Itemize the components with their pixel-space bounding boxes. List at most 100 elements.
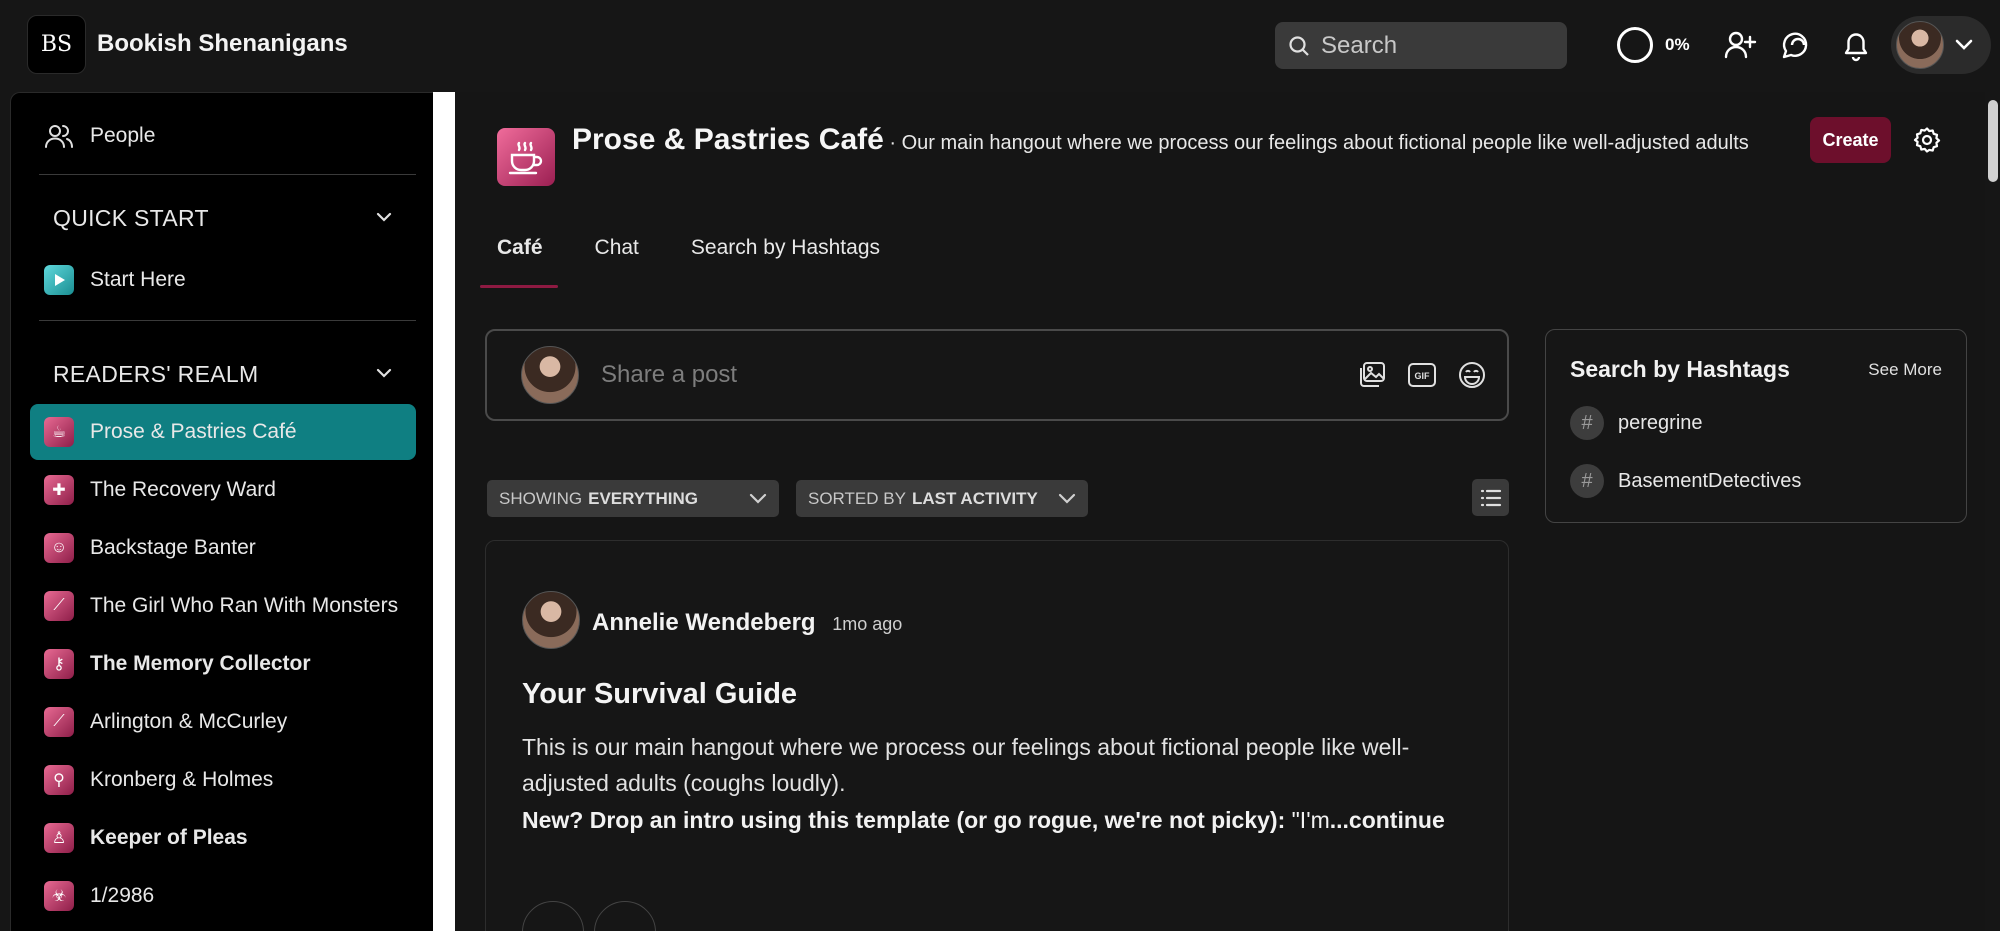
group-name: Prose & Pastries Café [572, 123, 884, 156]
continue-link[interactable]: ...continue [1330, 807, 1445, 833]
content-divider [433, 92, 455, 931]
sidebar-item-girl-who-ran[interactable]: ⟋ The Girl Who Ran With Monsters [30, 578, 416, 634]
sidebar-item-label: Start Here [90, 268, 186, 291]
progress-percent: 0% [1665, 35, 1690, 54]
avatar[interactable] [522, 591, 580, 649]
sidebar-item-prose-pastries-cafe[interactable]: ☕ Prose & Pastries Café [30, 404, 416, 460]
see-more-link[interactable]: See More [1868, 360, 1942, 380]
scythe-icon: ⟋ [44, 591, 74, 621]
comment-button[interactable] [594, 901, 656, 931]
sidebar-item-recovery-ward[interactable]: ✚ The Recovery Ward [30, 462, 416, 518]
sidebar-item-label: Arlington & McCurley [90, 710, 288, 733]
sidebar: People QUICK START Start Here READERS' R… [10, 92, 433, 931]
divider [39, 174, 416, 175]
sidebar-item-1-2986[interactable]: ☣ 1/2986 [30, 868, 416, 924]
post-body: This is our main hangout where we proces… [522, 734, 1410, 796]
sidebar-item-people[interactable]: People [30, 108, 416, 164]
magnifier-icon: ⚲ [44, 765, 74, 795]
progress-indicator[interactable]: 0% [1617, 27, 1690, 63]
post-excerpt: New? Drop an intro using this template (… [522, 807, 1445, 834]
play-icon [44, 265, 74, 295]
sidebar-item-label: Prose & Pastries Café [90, 420, 297, 443]
user-menu[interactable] [1891, 16, 1991, 74]
filter-showing-prefix: SHOWING [499, 488, 583, 508]
sidebar-item-label: Backstage Banter [90, 536, 256, 559]
filter-sort-dropdown[interactable]: SORTED BY LAST ACTIVITY [796, 480, 1088, 517]
sidebar-item-memory-collector[interactable]: ⚷ The Memory Collector [30, 636, 416, 692]
post-excerpt-bold: New? Drop an intro using this template (… [522, 807, 1286, 833]
composer-placeholder: Share a post [601, 361, 738, 388]
search-icon [1289, 35, 1309, 56]
people-icon [45, 125, 73, 148]
avatar [521, 346, 579, 404]
image-icon[interactable] [1357, 360, 1387, 390]
post-card[interactable]: Annelie Wendeberg 1mo ago Your Survival … [485, 540, 1509, 931]
divider [39, 320, 416, 321]
main-content: Prose & Pastries Café · Our main hangout… [455, 92, 1985, 931]
hashtag-icon: # [1570, 464, 1604, 498]
coffee-cup-icon [497, 128, 555, 186]
app-logo[interactable]: BS [27, 15, 86, 74]
knife-icon: ⟋ [44, 707, 74, 737]
sidebar-item-keeper-of-pleas[interactable]: ♙ Keeper of Pleas [30, 810, 416, 866]
section-heading-quick-start[interactable]: QUICK START [53, 205, 209, 232]
key-icon: ⚷ [44, 649, 74, 679]
hashtag-icon: # [1570, 406, 1604, 440]
tab-chat[interactable]: Chat [595, 236, 639, 260]
sidebar-item-arlington-mccurley[interactable]: ⟋ Arlington & McCurley [30, 694, 416, 750]
chevron-down-icon[interactable] [376, 211, 392, 223]
main-scrollbar[interactable] [1988, 100, 1998, 182]
avatar [1896, 21, 1944, 69]
sidebar-item-label: The Girl Who Ran With Monsters [90, 594, 399, 617]
add-user-icon[interactable] [1722, 27, 1758, 63]
post-title[interactable]: Your Survival Guide [522, 678, 797, 711]
sidebar-item-label: The Recovery Ward [90, 478, 276, 501]
post-time: 1mo ago [832, 614, 903, 634]
hashtag-item[interactable]: # BasementDetectives [1570, 464, 1801, 498]
sidebar-item-kronberg-holmes[interactable]: ⚲ Kronberg & Holmes [30, 752, 416, 808]
hashtag-label: peregrine [1618, 411, 1703, 434]
filter-showing-dropdown[interactable]: SHOWING EVERYTHING [487, 480, 779, 517]
post-composer[interactable]: Share a post GIF [485, 329, 1509, 421]
tab-bar: Café Chat Search by Hashtags [497, 236, 880, 260]
gear-icon[interactable] [1913, 126, 1941, 154]
bottle-icon: ♙ [44, 823, 74, 853]
group-description: · Our main hangout where we process our … [883, 132, 1749, 154]
sidebar-item-label: Kronberg & Holmes [90, 768, 274, 791]
hashtags-panel: Search by Hashtags See More # peregrine … [1545, 329, 1967, 523]
gif-icon[interactable]: GIF [1407, 360, 1437, 390]
biohazard-icon: ☣ [44, 881, 74, 911]
top-bar: BS Bookish Shenanigans Search 0% [0, 0, 2000, 92]
chat-bubbles-icon[interactable] [1777, 27, 1813, 63]
sidebar-item-backstage-banter[interactable]: ☺ Backstage Banter [30, 520, 416, 576]
list-icon [1480, 489, 1501, 506]
sidebar-item-label: Keeper of Pleas [90, 826, 248, 849]
theater-mask-icon: ☺ [44, 533, 74, 563]
coffee-cup-icon: ☕ [44, 417, 74, 447]
post-author[interactable]: Annelie Wendeberg 1mo ago [592, 609, 902, 637]
active-tab-indicator [480, 285, 558, 288]
reaction-button[interactable] [522, 901, 584, 931]
group-header: Prose & Pastries Café · Our main hangout… [572, 122, 1772, 161]
sidebar-item-label: 1/2986 [90, 884, 155, 907]
search-input[interactable]: Search [1275, 22, 1567, 69]
sidebar-item-label: The Memory Collector [90, 652, 311, 675]
app-name[interactable]: Bookish Shenanigans [97, 30, 348, 58]
section-heading-readers-realm[interactable]: READERS' REALM [53, 361, 258, 388]
bell-icon[interactable] [1838, 27, 1874, 63]
create-button[interactable]: Create [1810, 117, 1891, 163]
hashtag-item[interactable]: # peregrine [1570, 406, 1703, 440]
list-view-toggle[interactable] [1472, 479, 1509, 516]
filter-sort-prefix: SORTED BY [808, 488, 906, 508]
tab-cafe[interactable]: Café [497, 236, 543, 260]
tab-search-by-hashtags[interactable]: Search by Hashtags [691, 236, 880, 260]
bandage-icon: ✚ [44, 475, 74, 505]
chevron-down-icon[interactable] [376, 367, 392, 379]
chevron-down-icon [1058, 493, 1076, 504]
composer-tools: GIF [1357, 360, 1487, 390]
emoji-icon[interactable] [1457, 360, 1487, 390]
sidebar-item-start-here[interactable]: Start Here [30, 252, 416, 308]
progress-ring-icon [1617, 27, 1653, 63]
sidebar-item-label: People [90, 124, 156, 147]
hashtag-label: BasementDetectives [1618, 469, 1802, 492]
